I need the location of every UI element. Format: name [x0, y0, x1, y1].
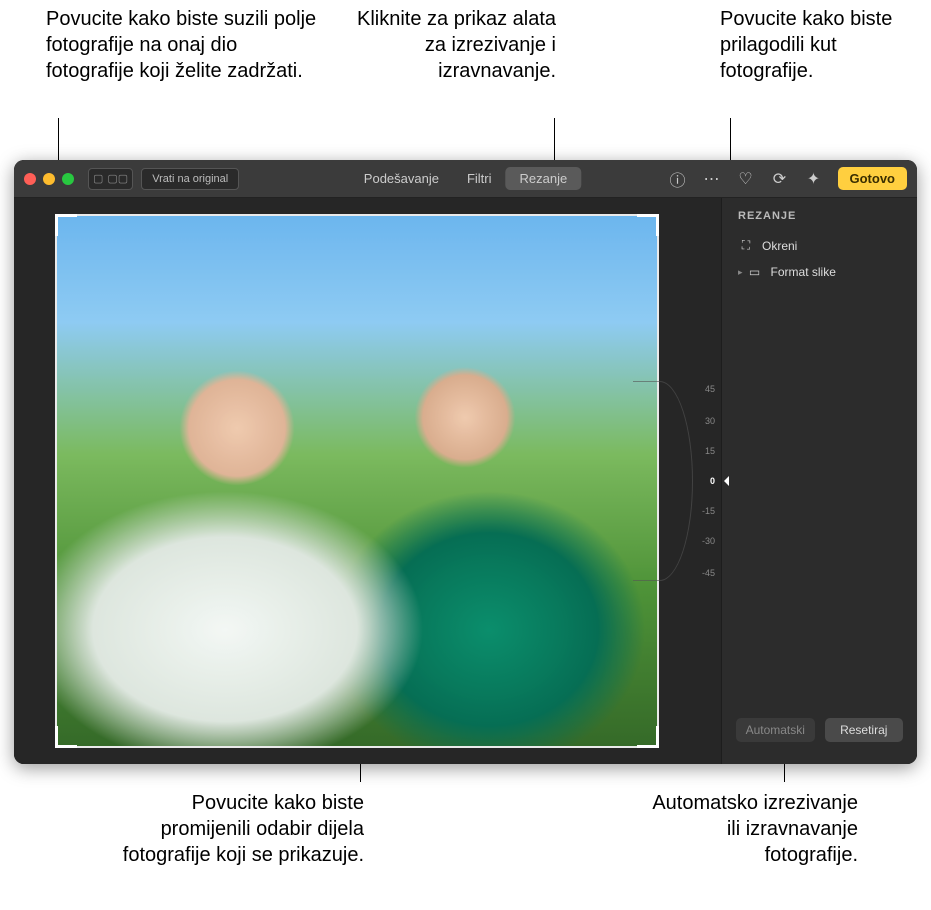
enhance-icon[interactable]: ✦ [804, 169, 824, 189]
crop-handle-bottom-left[interactable] [55, 726, 77, 748]
crop-handle-top-left[interactable] [55, 214, 77, 236]
dial-tick: 45 [705, 384, 715, 394]
dial-tick-center: 0 [710, 476, 715, 486]
callout-crop-tools: Kliknite za prikaz alata za izrezivanje … [356, 6, 556, 84]
revert-button[interactable]: Vrati na original [141, 168, 239, 190]
crop-frame[interactable] [57, 216, 657, 746]
titlebar: ▢ ▢▢ Vrati na original Podešavanje Filtr… [14, 160, 917, 198]
crop-canvas[interactable]: 45 30 15 0 -15 -30 -45 [14, 198, 721, 764]
compare-view-icon: ▢▢ [107, 172, 128, 185]
auto-button[interactable]: Automatski [736, 718, 815, 742]
panel-title: REZANJE [722, 210, 917, 232]
window-controls[interactable] [24, 173, 74, 185]
close-icon[interactable] [24, 173, 36, 185]
rotate-icon[interactable]: ⟳ [770, 169, 790, 189]
info-icon[interactable]: ⓘ [668, 169, 688, 189]
tab-filters[interactable]: Filtri [453, 167, 506, 190]
tab-adjust[interactable]: Podešavanje [350, 167, 453, 190]
flip-label: Okreni [762, 239, 797, 253]
straighten-dial[interactable]: 45 30 15 0 -15 -30 -45 [669, 381, 715, 581]
dial-arc [633, 381, 693, 581]
crop-handle-top-right[interactable] [637, 214, 659, 236]
photo-preview[interactable] [57, 216, 657, 746]
crop-handle-bottom-right[interactable] [637, 726, 659, 748]
photos-edit-window: ▢ ▢▢ Vrati na original Podešavanje Filtr… [14, 160, 917, 764]
done-button[interactable]: Gotovo [838, 167, 908, 190]
callout-angle-dial: Povucite kako biste prilagodili kut foto… [720, 6, 920, 84]
callout-crop-handle: Povucite kako biste suzili polje fotogra… [46, 6, 326, 84]
callout-auto-crop: Automatsko izrezivanje ili izravnavanje … [640, 790, 858, 868]
dial-tick: -45 [702, 568, 715, 578]
aspect-label: Format slike [771, 265, 836, 279]
crop-side-panel: REZANJE ⛶ Okreni ▸ ▭ Format slike Automa… [721, 198, 917, 764]
dial-tick: -15 [702, 506, 715, 516]
dial-tick: -30 [702, 536, 715, 546]
edit-mode-tabs: Podešavanje Filtri Rezanje [350, 160, 581, 197]
callout-drag-photo: Povucite kako biste promijenili odabir d… [104, 790, 364, 868]
flip-icon: ⛶ [738, 238, 754, 253]
fullscreen-icon[interactable] [62, 173, 74, 185]
single-view-icon: ▢ [93, 172, 103, 185]
minimize-icon[interactable] [43, 173, 55, 185]
extensions-icon[interactable]: ⋯ [702, 169, 722, 189]
tab-crop[interactable]: Rezanje [506, 167, 582, 190]
reset-button[interactable]: Resetiraj [825, 718, 904, 742]
favorite-icon[interactable]: ♡ [736, 169, 756, 189]
view-toggle[interactable]: ▢ ▢▢ [88, 168, 133, 190]
chevron-right-icon: ▸ [738, 267, 743, 278]
dial-tick: 30 [705, 416, 715, 426]
dial-tick: 15 [705, 446, 715, 456]
aspect-row[interactable]: ▸ ▭ Format slike [722, 259, 917, 285]
aspect-icon: ▭ [747, 265, 763, 279]
flip-row[interactable]: ⛶ Okreni [722, 232, 917, 259]
